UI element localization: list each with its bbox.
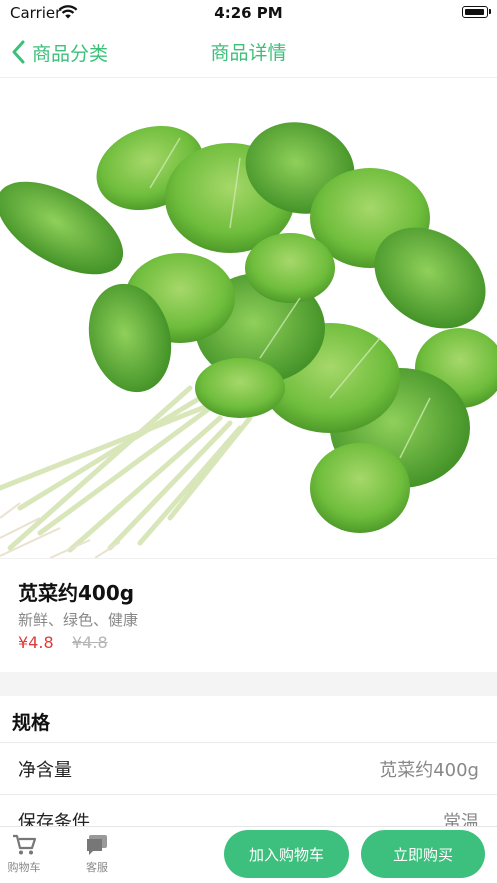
back-label: 商品分类 — [32, 42, 109, 65]
vegetable-illustration — [0, 122, 497, 558]
product-name: 苋菜约400g — [18, 581, 135, 605]
spec-row: 净含量 苋菜约400g — [0, 743, 497, 795]
back-button[interactable]: 商品分类 — [10, 36, 108, 68]
spec-section: 规格 净含量 苋菜约400g 保存条件 常温 — [0, 696, 497, 826]
product-tags: 新鲜、绿色、健康 — [18, 611, 139, 629]
service-label: 客服 — [86, 861, 108, 874]
add-to-cart-button[interactable]: 加入购物车 — [224, 830, 349, 878]
battery-tip — [489, 9, 491, 14]
spec-key: 净含量 — [18, 760, 72, 781]
service-tab[interactable]: 客服 — [73, 833, 121, 879]
product-image — [0, 78, 497, 558]
bottom-action-bar: 购物车 客服 加入购物车 立即购买 — [0, 826, 497, 883]
original-price: ¥4.8 — [72, 633, 108, 652]
cart-tab[interactable]: 购物车 — [0, 833, 48, 879]
spec-value: 苋菜约400g — [379, 760, 479, 781]
status-bar: Carrier 4:26 PM — [0, 0, 497, 26]
spec-row: 保存条件 常温 — [0, 795, 497, 826]
section-gap — [0, 672, 497, 696]
product-info: 苋菜约400g 新鲜、绿色、健康 ¥4.8 ¥4.8 — [0, 558, 497, 672]
spec-value: 常温 — [443, 812, 479, 826]
nav-bar: 商品分类 商品详情 — [0, 26, 497, 78]
battery-icon — [462, 6, 488, 18]
cart-icon — [13, 834, 37, 855]
chevron-left-icon — [12, 40, 25, 64]
cart-label: 购物车 — [7, 861, 41, 874]
buy-now-button[interactable]: 立即购买 — [361, 830, 485, 878]
spec-key: 保存条件 — [18, 812, 90, 826]
chat-icon — [87, 835, 107, 855]
clock: 4:26 PM — [214, 4, 283, 22]
spec-title: 规格 — [12, 712, 51, 734]
product-price: ¥4.8 — [18, 633, 54, 652]
